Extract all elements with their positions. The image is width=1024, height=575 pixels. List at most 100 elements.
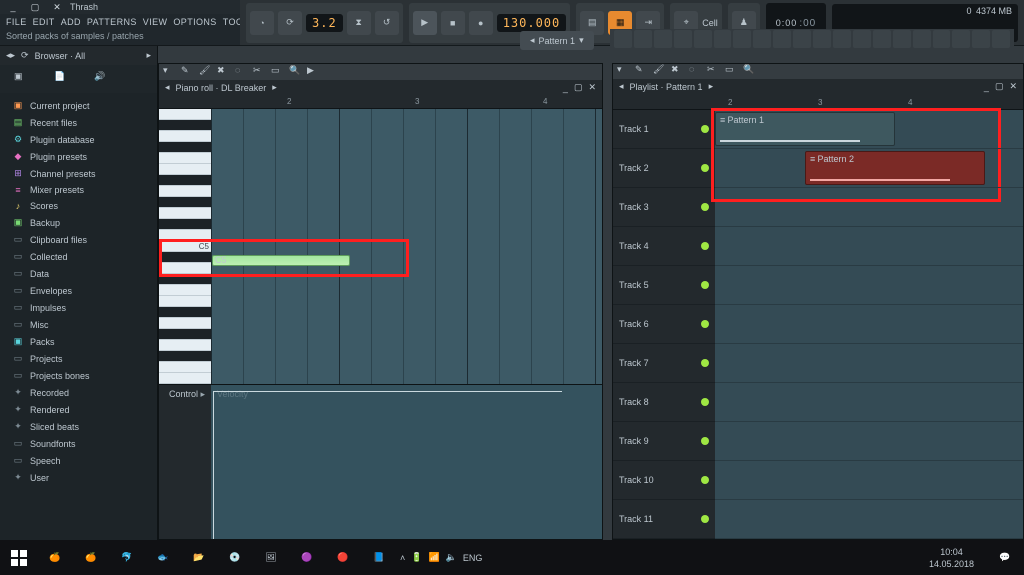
pr-close-icon[interactable]: ✕ <box>588 82 596 93</box>
toggle-pianoroll-icon[interactable] <box>634 30 652 48</box>
toggle-mixer-icon[interactable] <box>674 30 692 48</box>
pl-close-icon[interactable]: ✕ <box>1009 81 1017 92</box>
toggle-plugin-icon[interactable] <box>714 30 732 48</box>
pr-tool-zoom-icon[interactable]: 🔍 <box>289 65 303 79</box>
toggle-info-icon[interactable] <box>873 30 891 48</box>
window-maximize[interactable]: ▢ <box>26 0 44 14</box>
playlist-track-header[interactable]: Track 5 <box>613 266 715 305</box>
browser-item[interactable]: ▭Clipboard files <box>0 231 157 248</box>
playlist-track-header[interactable]: Track 11 <box>613 500 715 539</box>
pr-tool-slice-icon[interactable]: ✂ <box>253 65 267 79</box>
pr-tool-mute-icon[interactable]: ◌ <box>235 65 249 79</box>
playlist-track-header[interactable]: Track 4 <box>613 227 715 266</box>
notification-center-icon[interactable]: 💬 <box>990 544 1020 572</box>
taskbar-clock[interactable]: 10:04 14.05.2018 <box>919 546 984 570</box>
taskbar-app-8-icon[interactable]: 🟣 <box>292 544 322 572</box>
taskbar-app-3-icon[interactable]: 🐬 <box>112 544 142 572</box>
pl-tool-zoom-icon[interactable]: 🔍 <box>743 64 757 78</box>
tray-wifi-icon[interactable]: 📶 <box>428 552 439 563</box>
pr-tool-paint-icon[interactable]: 🖌 <box>199 65 213 79</box>
toggle-tempo-icon[interactable] <box>733 30 751 48</box>
toggle-onestop-icon[interactable] <box>833 30 851 48</box>
toggle-midi-icon[interactable] <box>853 30 871 48</box>
play-button[interactable]: ▶ <box>413 11 437 35</box>
playlist-track-header[interactable]: Track 9 <box>613 422 715 461</box>
chevron-down-icon[interactable]: ▾ <box>579 35 584 46</box>
browser-item[interactable]: ✦Recorded <box>0 384 157 401</box>
toggle-undo-icon[interactable] <box>773 30 791 48</box>
track-mute-dot[interactable] <box>701 242 709 250</box>
window-close[interactable]: ✕ <box>48 0 66 14</box>
piano-roll-grid[interactable]: C5 <box>211 109 602 384</box>
playlist-track-header[interactable]: Track 8 <box>613 383 715 422</box>
browser-item[interactable]: ▣Current project <box>0 97 157 114</box>
taskbar-app-9-icon[interactable]: 🔴 <box>328 544 358 572</box>
stop-button[interactable]: ■ <box>441 11 465 35</box>
menu-file[interactable]: FILE <box>6 17 27 27</box>
window-minimize[interactable]: _ <box>4 0 22 14</box>
taskbar-app-2-icon[interactable]: 🍊 <box>76 544 106 572</box>
browser-item[interactable]: ▣Backup <box>0 214 157 231</box>
browser-item[interactable]: ✦Sliced beats <box>0 418 157 435</box>
menu-view[interactable]: VIEW <box>143 17 168 27</box>
taskbar-app-10-icon[interactable]: 📘 <box>364 544 394 572</box>
browser-item[interactable]: ▭Data <box>0 265 157 282</box>
browser-back-icon[interactable]: ◂▸ <box>6 50 15 61</box>
metronome-icon[interactable]: ◔ <box>250 11 274 35</box>
browser-item[interactable]: ▭Collected <box>0 248 157 265</box>
menu-edit[interactable]: EDIT <box>33 17 55 27</box>
pl-max-icon[interactable]: ▢ <box>995 81 1004 92</box>
browser-item[interactable]: ▤Recent files <box>0 114 157 131</box>
browser-item[interactable]: ▭Impulses <box>0 299 157 316</box>
playlist-track-header[interactable]: Track 10 <box>613 461 715 500</box>
wait-icon[interactable]: ⟳ <box>278 11 302 35</box>
browser-item[interactable]: ▭Soundfonts <box>0 435 157 452</box>
snap-label[interactable]: Cell <box>702 18 718 28</box>
menu-patterns[interactable]: PATTERNS <box>87 17 137 27</box>
control-label[interactable]: Control <box>169 389 198 399</box>
chevron-left-icon[interactable]: ◂ <box>619 81 624 92</box>
meter-display[interactable]: 3.2 <box>306 14 343 32</box>
browser-item[interactable]: ▣Packs <box>0 333 157 350</box>
toggle-touch-icon[interactable] <box>753 30 771 48</box>
pattern-selector[interactable]: ◂ Pattern 1 ▾ <box>520 31 594 50</box>
playlist-clip[interactable]: ≡ Pattern 1 <box>715 112 895 146</box>
tempo-display[interactable]: 130.000 <box>497 14 567 32</box>
tray-chevron-icon[interactable]: ˄ <box>400 553 405 563</box>
browser-item[interactable]: ▭Envelopes <box>0 282 157 299</box>
pl-menu-icon[interactable]: ▾ <box>617 64 631 78</box>
pr-menu-icon[interactable]: ▾ <box>163 65 177 79</box>
playlist-track-header[interactable]: Track 1 <box>613 110 715 149</box>
browser-item[interactable]: ≡Mixer presets <box>0 182 157 198</box>
taskbar-app-5-icon[interactable]: 📂 <box>184 544 214 572</box>
pl-tool-slice-icon[interactable]: ✂ <box>707 64 721 78</box>
pl-min-icon[interactable]: _ <box>984 82 989 92</box>
browser-refresh-icon[interactable]: ⟳ <box>21 50 29 61</box>
pl-tool-delete-icon[interactable]: ✖ <box>671 64 685 78</box>
track-mute-dot[interactable] <box>701 320 709 328</box>
track-mute-dot[interactable] <box>701 125 709 133</box>
chevron-left-icon[interactable]: ◂ <box>165 82 170 93</box>
pl-tool-mute-icon[interactable]: ◌ <box>689 64 703 78</box>
toggle-save-icon[interactable] <box>793 30 811 48</box>
browser-item[interactable]: ▭Projects <box>0 350 157 367</box>
toggle-browser-icon[interactable] <box>694 30 712 48</box>
toggle-x3-icon[interactable] <box>952 30 970 48</box>
control-lane-body[interactable]: Velocity <box>211 385 602 539</box>
track-mute-dot[interactable] <box>701 203 709 211</box>
playlist-track-header[interactable]: Track 2 <box>613 149 715 188</box>
track-mute-dot[interactable] <box>701 164 709 172</box>
toggle-x4-icon[interactable] <box>972 30 990 48</box>
track-mute-dot[interactable] <box>701 476 709 484</box>
browser-item[interactable]: ✦User <box>0 469 157 486</box>
taskbar-app-6-icon[interactable]: 💿 <box>220 544 250 572</box>
browser-item[interactable]: ✦Rendered <box>0 401 157 418</box>
taskbar-app-7-icon[interactable]: 🖼 <box>256 544 286 572</box>
tray-battery-icon[interactable]: 🔋 <box>411 552 422 563</box>
track-mute-dot[interactable] <box>701 281 709 289</box>
toggle-typing-icon[interactable] <box>893 30 911 48</box>
browser-item[interactable]: ▭Misc <box>0 316 157 333</box>
chevron-right-icon[interactable]: ▸ <box>272 82 277 93</box>
countdown-icon[interactable]: ⧗ <box>347 11 371 35</box>
browser-tab-file-icon[interactable]: 📄 <box>54 71 72 87</box>
